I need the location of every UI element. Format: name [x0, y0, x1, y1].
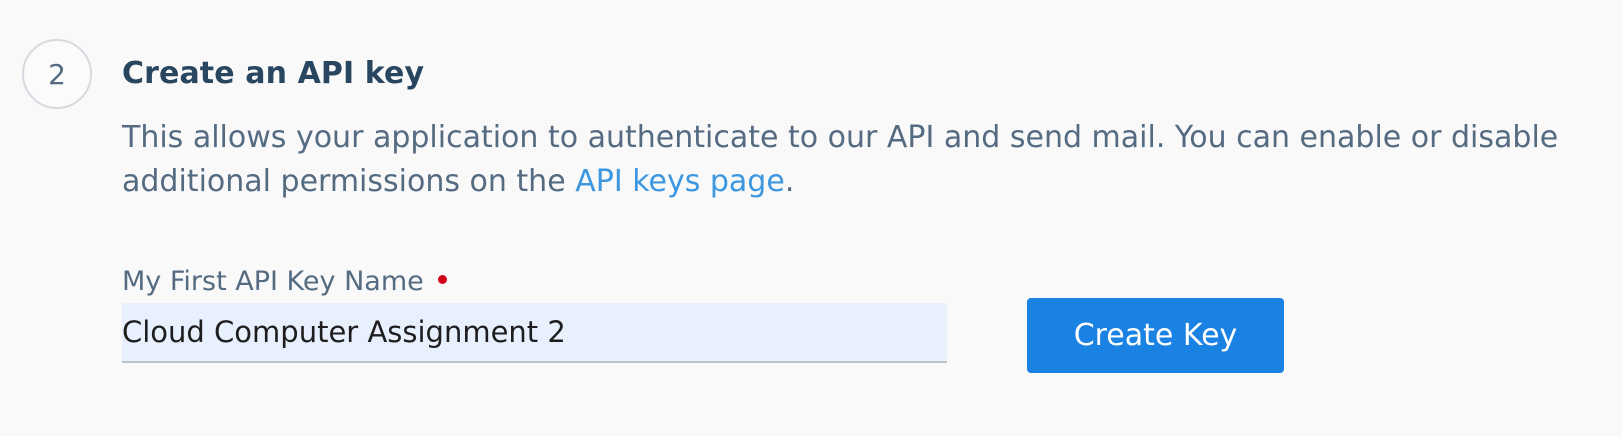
create-key-button[interactable]: Create Key: [1027, 298, 1284, 373]
required-indicator-icon: [437, 275, 447, 284]
api-key-name-input[interactable]: [122, 303, 947, 363]
api-key-name-label: My First API Key Name: [122, 266, 447, 297]
api-key-name-label-text: My First API Key Name: [122, 266, 424, 297]
description-end: .: [784, 164, 795, 199]
api-keys-page-link[interactable]: API keys page: [575, 164, 785, 199]
step-title: Create an API key: [122, 56, 425, 91]
step-number-badge: 2: [22, 39, 92, 109]
step-number: 2: [48, 57, 66, 91]
step-description: This allows your application to authenti…: [122, 116, 1602, 204]
description-text: This allows your application to authenti…: [122, 120, 1559, 199]
